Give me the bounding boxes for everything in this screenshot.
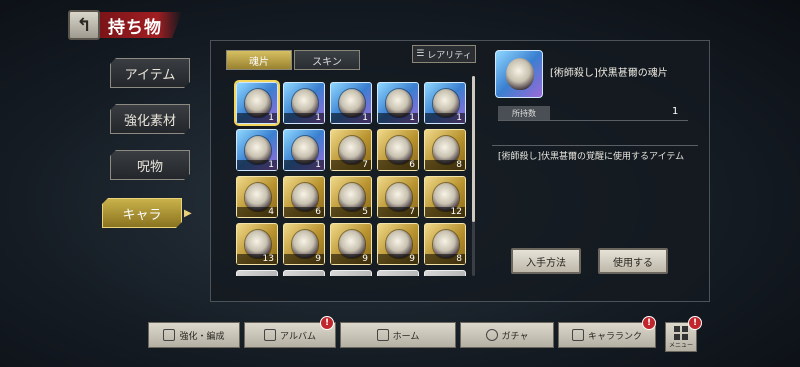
soul-fragment-item[interactable]: 9 bbox=[377, 223, 419, 265]
nav-label: 強化・編成 bbox=[179, 331, 225, 342]
soul-fragment-item[interactable]: 8 bbox=[424, 129, 466, 171]
soul-fragment-item[interactable] bbox=[283, 270, 325, 276]
detail-description: [術師殺し]伏黒甚爾の覚醒に使用するアイテム bbox=[498, 152, 685, 162]
item-count: 7 bbox=[378, 207, 418, 217]
detail-item-icon bbox=[495, 50, 543, 98]
nav-home[interactable]: ホーム bbox=[340, 322, 456, 348]
scrollbar-thumb[interactable] bbox=[472, 76, 475, 222]
notification-badge: ! bbox=[320, 316, 334, 330]
soul-fragment-item[interactable]: 1 bbox=[377, 82, 419, 124]
nav-label: ガチャ bbox=[501, 331, 529, 342]
soul-fragment-item[interactable]: 5 bbox=[330, 176, 372, 218]
soul-fragment-item[interactable]: 6 bbox=[377, 129, 419, 171]
nav-enhance[interactable]: 強化・編成 bbox=[148, 322, 240, 348]
soul-fragment-item[interactable]: 1 bbox=[236, 129, 278, 171]
use-button[interactable]: 使用する bbox=[598, 248, 668, 274]
item-count: 1 bbox=[284, 113, 324, 123]
soul-fragment-item[interactable]: 1 bbox=[283, 129, 325, 171]
item-count: 8 bbox=[425, 254, 465, 264]
detail-item-name: [術師殺し]伏黒甚爾の魂片 bbox=[550, 68, 668, 79]
category-enhance[interactable]: 強化素材 bbox=[110, 104, 190, 134]
item-count: 6 bbox=[284, 207, 324, 217]
album-icon bbox=[264, 329, 277, 341]
item-count: 6 bbox=[378, 160, 418, 170]
menu-grid-icon bbox=[674, 325, 688, 340]
back-arrow-icon: ↰ bbox=[76, 14, 92, 36]
soul-fragment-item[interactable]: 6 bbox=[283, 176, 325, 218]
soul-fragment-item[interactable]: 9 bbox=[330, 223, 372, 265]
item-count: 1 bbox=[425, 113, 465, 123]
item-grid: 1 1 1 1 1 1 1 7 6 8 4 6 5 7 12 13 9 9 9 8 bbox=[230, 76, 470, 276]
rank-icon bbox=[571, 329, 584, 341]
item-count: 4 bbox=[237, 207, 277, 217]
tab-skin[interactable]: スキン bbox=[294, 50, 360, 70]
nav-label: アルバム bbox=[280, 331, 316, 342]
nav-gacha[interactable]: ガチャ bbox=[460, 322, 554, 348]
nav-label: ホーム bbox=[392, 331, 420, 342]
soul-fragment-item[interactable]: 9 bbox=[283, 223, 325, 265]
soul-fragment-item[interactable]: 13 bbox=[236, 223, 278, 265]
back-button[interactable]: ↰ bbox=[68, 10, 100, 40]
item-count: 1 bbox=[331, 113, 371, 123]
item-count: 8 bbox=[425, 160, 465, 170]
soul-fragment-item[interactable] bbox=[377, 270, 419, 276]
item-count: 1 bbox=[378, 113, 418, 123]
notification-badge: ! bbox=[688, 316, 702, 330]
menu-label: メニュー bbox=[668, 341, 693, 349]
notification-badge: ! bbox=[642, 316, 656, 330]
item-count: 9 bbox=[284, 254, 324, 264]
soul-fragment-item[interactable] bbox=[424, 270, 466, 276]
count-value: 1 bbox=[672, 106, 679, 117]
page-title: 持ち物 bbox=[108, 18, 162, 38]
soul-orb-icon bbox=[506, 58, 534, 90]
soul-fragment-item[interactable]: 1 bbox=[424, 82, 466, 124]
category-chara[interactable]: キャラ bbox=[102, 198, 182, 228]
selected-arrow-icon: ▶ bbox=[184, 208, 192, 219]
soul-fragment-item[interactable]: 7 bbox=[330, 129, 372, 171]
soul-fragment-item[interactable]: 8 bbox=[424, 223, 466, 265]
item-count: 1 bbox=[237, 113, 277, 123]
count-label: 所持数 bbox=[498, 106, 550, 120]
team-icon bbox=[163, 329, 176, 341]
sort-icon: ☰ bbox=[416, 49, 425, 59]
nav-chara-rank[interactable]: キャラランク bbox=[558, 322, 656, 348]
item-count: 1 bbox=[237, 160, 277, 170]
soul-fragment-item[interactable]: 4 bbox=[236, 176, 278, 218]
item-count: 5 bbox=[331, 207, 371, 217]
soul-fragment-item[interactable]: 1 bbox=[234, 80, 280, 126]
soul-fragment-item[interactable] bbox=[236, 270, 278, 276]
item-count: 13 bbox=[237, 254, 277, 264]
soul-fragment-item[interactable]: 1 bbox=[330, 82, 372, 124]
item-count: 12 bbox=[425, 207, 465, 217]
gacha-icon bbox=[485, 329, 498, 341]
item-count: 7 bbox=[331, 160, 371, 170]
item-count: 9 bbox=[378, 254, 418, 264]
item-count: 1 bbox=[284, 160, 324, 170]
sort-rarity-button[interactable]: ☰ レアリティ bbox=[412, 45, 476, 63]
nav-label: キャラランク bbox=[587, 331, 642, 342]
sort-label: レアリティ bbox=[427, 50, 472, 61]
soul-fragment-item[interactable]: 7 bbox=[377, 176, 419, 218]
divider bbox=[492, 145, 698, 146]
soul-fragment-item[interactable]: 1 bbox=[283, 82, 325, 124]
soul-fragment-item[interactable]: 12 bbox=[424, 176, 466, 218]
soul-fragment-item[interactable] bbox=[330, 270, 372, 276]
item-count: 9 bbox=[331, 254, 371, 264]
divider bbox=[498, 120, 688, 121]
home-icon bbox=[376, 329, 389, 341]
category-cursed[interactable]: 呪物 bbox=[110, 150, 190, 180]
category-item[interactable]: アイテム bbox=[110, 58, 190, 88]
tab-soul[interactable]: 魂片 bbox=[226, 50, 292, 70]
obtain-method-button[interactable]: 入手方法 bbox=[511, 248, 581, 274]
